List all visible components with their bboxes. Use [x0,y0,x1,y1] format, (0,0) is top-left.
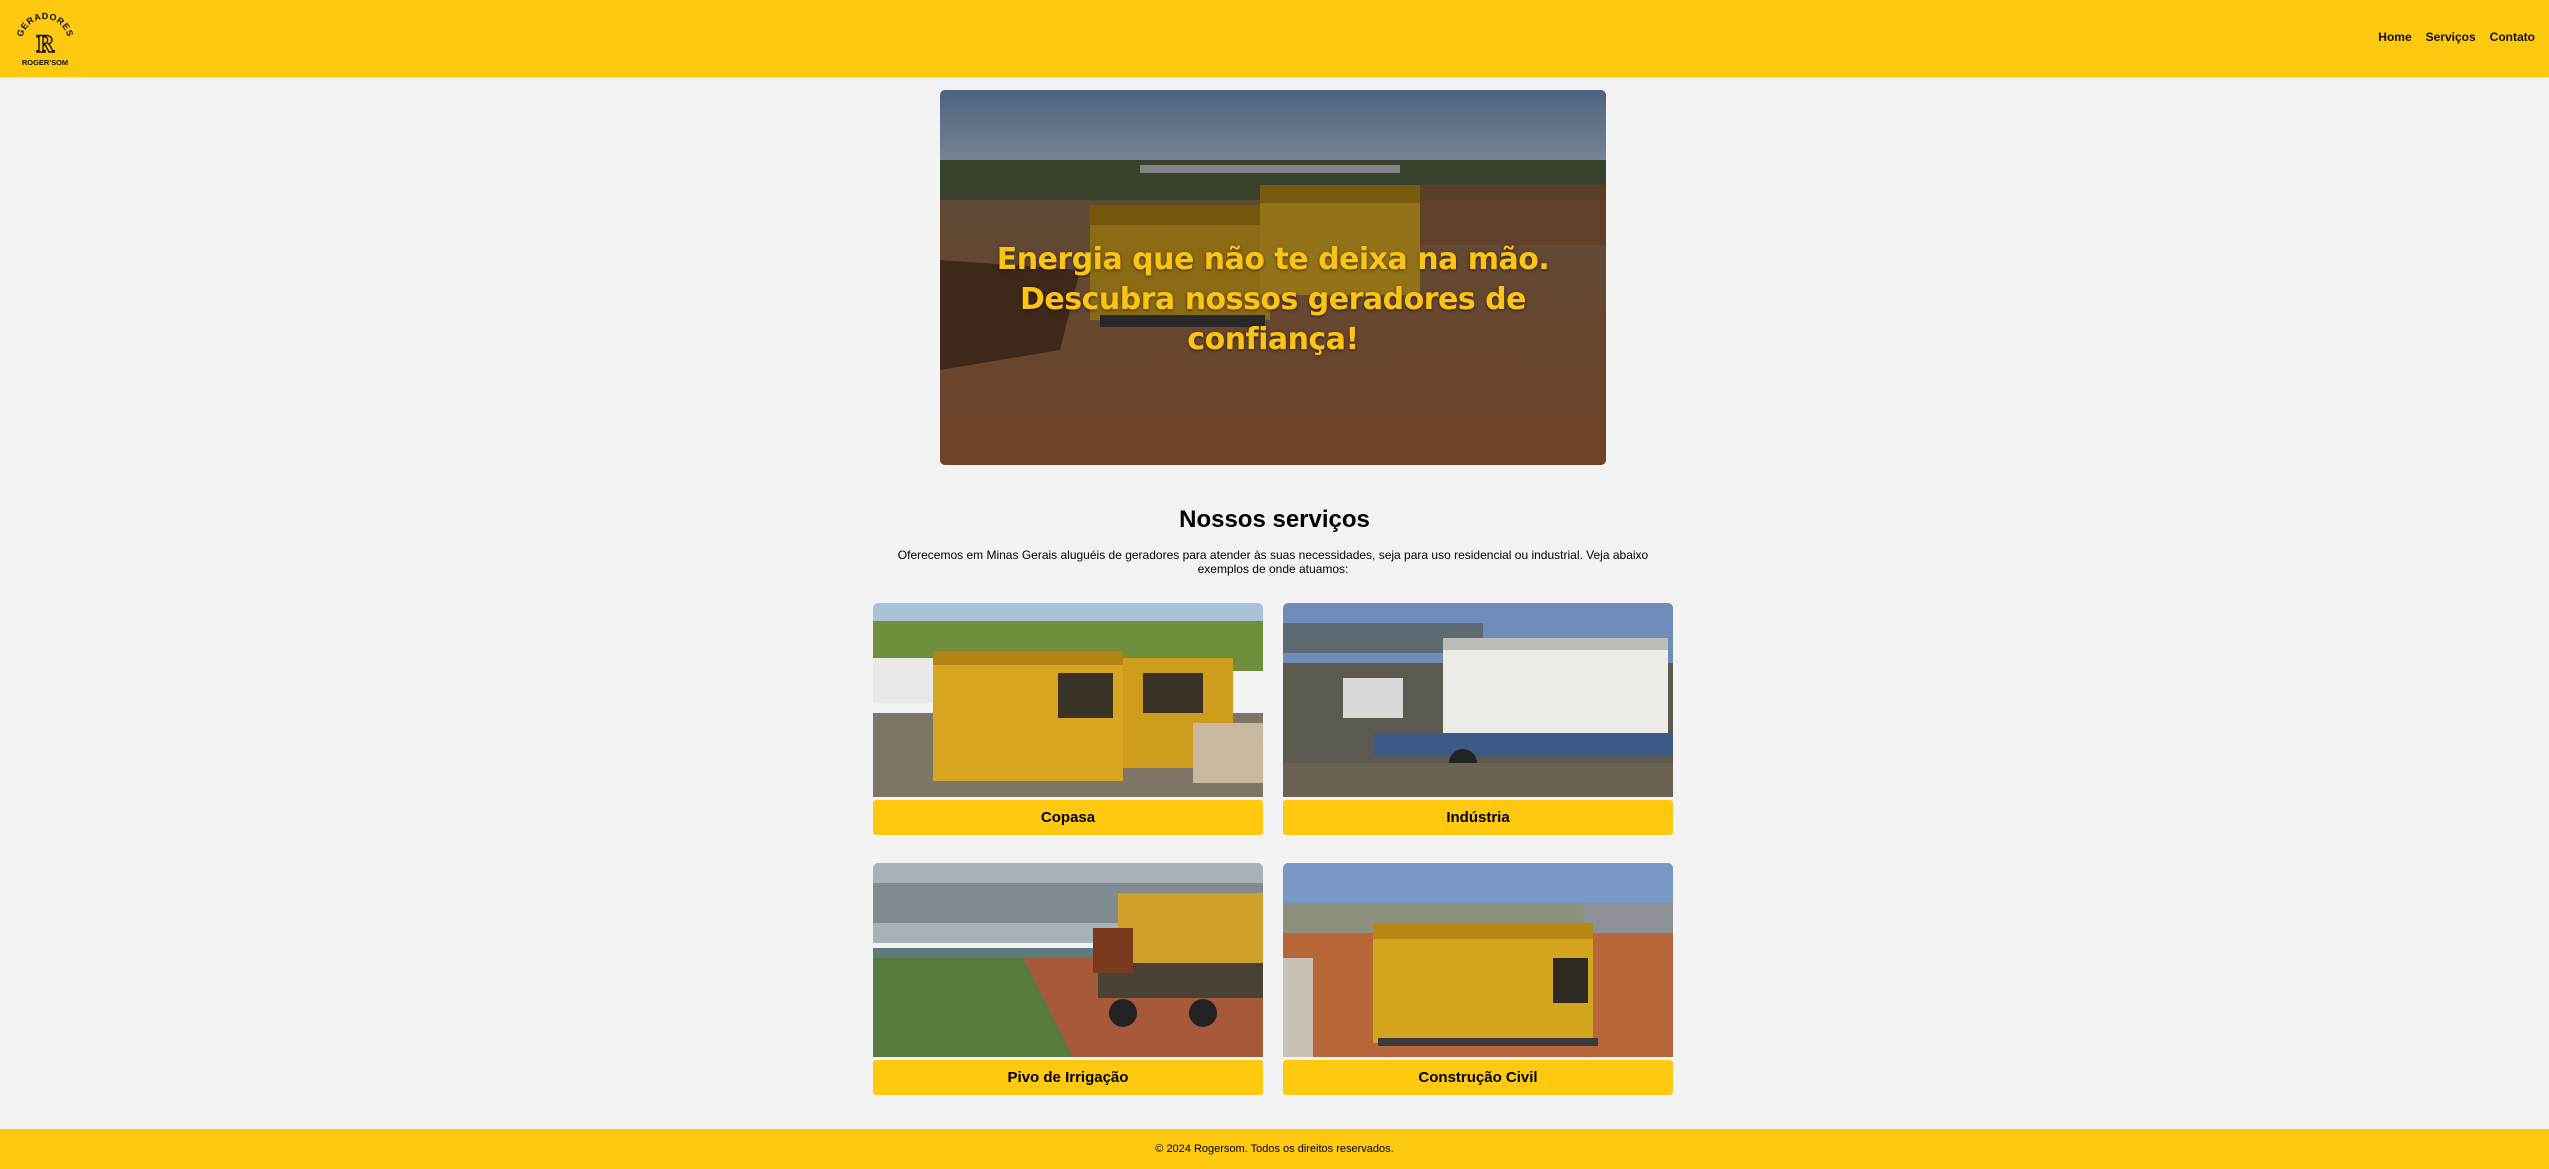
svg-text:R: R [36,32,55,58]
site-header: GERADORES R ROGER'SOM Home Serviços Cont… [0,0,2549,77]
service-card-construcao-civil[interactable]: Construção Civil [1283,863,1673,1095]
hero-headline: Energia que não te deixa na mão. Descubr… [996,242,1550,357]
site-footer: © 2024 Rogersom. Todos os direitos reser… [0,1129,2549,1169]
nav-link-home[interactable]: Home [2378,29,2411,45]
service-card-label: Construção Civil [1283,1060,1673,1095]
svg-text:ROGER'SOM: ROGER'SOM [22,58,68,67]
service-card-label: Indústria [1283,800,1673,835]
nav-link-servicos[interactable]: Serviços [2426,29,2476,45]
service-card-label: Copasa [873,800,1263,835]
copasa-generator-photo [873,603,1263,797]
construcao-generator-photo [1283,863,1673,1057]
hero-banner: Energia que não te deixa na mão. Descubr… [940,90,1606,465]
service-card-industria[interactable]: Indústria [1283,603,1673,835]
logo-emblem-icon: GERADORES R ROGER'SOM [15,11,75,67]
brand-logo[interactable]: GERADORES R ROGER'SOM [14,8,76,70]
irrigacao-generator-photo [873,863,1263,1057]
footer-copyright: © 2024 Rogersom. Todos os direitos reser… [1155,1143,1394,1155]
services-title: Nossos serviços [1179,506,1370,533]
service-card-copasa[interactable]: Copasa [873,603,1263,835]
service-card-label: Pivo de Irrigação [873,1060,1263,1095]
service-card-pivo-irrigacao[interactable]: Pivo de Irrigação [873,863,1263,1095]
main-nav: Home Serviços Contato [2378,29,2535,45]
services-description: Oferecemos em Minas Gerais aluguéis de g… [897,548,1649,576]
industria-generator-photo [1283,603,1673,797]
nav-link-contato[interactable]: Contato [2490,29,2535,45]
